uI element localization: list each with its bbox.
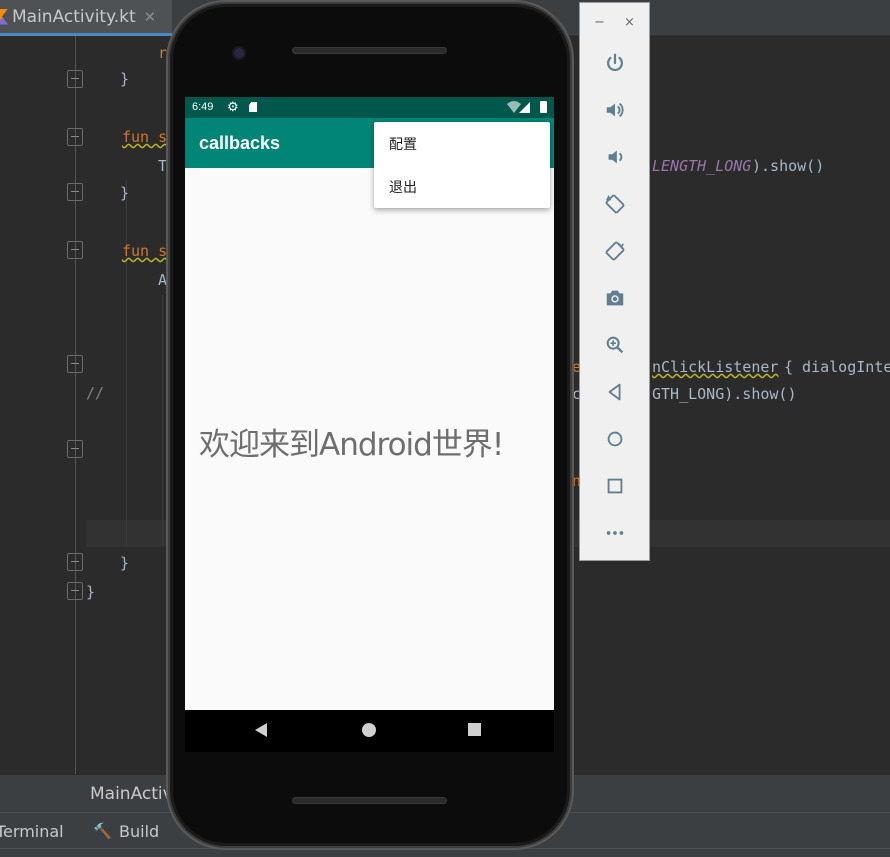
close-icon[interactable]: ✕ (144, 8, 157, 26)
fold-marker[interactable] (67, 440, 83, 458)
indent-guide (126, 180, 127, 545)
minimize-button[interactable]: − (594, 15, 605, 30)
top-speaker (292, 47, 447, 54)
gear-icon: ⚙ (227, 99, 239, 114)
overflow-menu: 配置 退出 (374, 122, 550, 208)
code-line: } (86, 583, 96, 601)
menu-item-exit[interactable]: 退出 (374, 165, 550, 208)
fold-marker[interactable] (67, 183, 83, 201)
fold-marker[interactable] (67, 582, 83, 600)
code-line: fun s (122, 128, 168, 146)
bottom-speaker (292, 797, 447, 804)
code-comment: // (86, 384, 105, 402)
close-button[interactable]: × (624, 15, 635, 30)
code-line: T (158, 157, 168, 175)
code-line: A (158, 271, 168, 289)
fold-marker[interactable] (67, 355, 83, 373)
home-icon[interactable] (602, 426, 628, 452)
code-line: fun s (122, 242, 168, 260)
code-fragment: GTH_LONG).show() (652, 385, 797, 403)
welcome-text: 欢迎来到Android世界! (199, 427, 504, 463)
app-title: callbacks (199, 133, 281, 153)
editor-tab-mainactivity[interactable]: MainActivity.kt ✕ (0, 0, 172, 36)
volume-up-icon[interactable] (602, 97, 628, 123)
gutter-divider (75, 36, 76, 774)
fold-marker[interactable] (67, 70, 83, 88)
wifi-icon (507, 101, 521, 113)
overview-icon[interactable] (602, 473, 628, 499)
menu-item-settings[interactable]: 配置 (374, 122, 550, 165)
code-fragment: ).show() (752, 157, 825, 175)
code-fragment: nClickListener (652, 358, 779, 376)
code-line: } (120, 554, 130, 572)
front-camera (232, 46, 246, 60)
indent-guide (162, 295, 163, 545)
hammer-icon: 🔨 (93, 822, 112, 840)
power-icon[interactable] (602, 50, 628, 76)
code-line: } (120, 70, 130, 88)
more-icon[interactable] (602, 520, 628, 546)
volume-down-icon[interactable] (602, 144, 628, 170)
code-fragment: { dialogInte (784, 358, 890, 376)
nav-recents-icon[interactable] (468, 723, 481, 736)
status-time: 6:49 (192, 101, 214, 113)
terminal-tool-button[interactable]: Terminal (0, 822, 64, 841)
camera-icon[interactable] (602, 285, 628, 311)
back-icon[interactable] (602, 379, 628, 405)
fold-marker[interactable] (67, 128, 83, 146)
android-status-bar: 6:49 ⚙ (185, 97, 554, 118)
emulator-toolbar: − × (579, 2, 650, 561)
battery-icon (540, 101, 547, 113)
ide-status-bar (0, 848, 890, 857)
code-line: } (120, 184, 130, 202)
fold-marker[interactable] (67, 553, 83, 571)
rotate-right-icon[interactable] (602, 238, 628, 264)
code-line: r (158, 44, 168, 62)
sd-card-icon (249, 102, 257, 112)
fold-marker[interactable] (67, 241, 83, 259)
android-nav-bar (185, 710, 554, 752)
zoom-icon[interactable] (602, 332, 628, 358)
build-tool-button[interactable]: Build (119, 822, 159, 841)
rotate-left-icon[interactable] (602, 191, 628, 217)
breadcrumb-file[interactable]: MainActivi (90, 784, 177, 804)
code-fragment: LENGTH_LONG (652, 157, 752, 175)
nav-home-icon[interactable] (362, 723, 376, 737)
editor-tab-label: MainActivity.kt (12, 6, 136, 27)
kotlin-file-icon (0, 8, 8, 25)
nav-back-icon[interactable] (255, 723, 267, 737)
